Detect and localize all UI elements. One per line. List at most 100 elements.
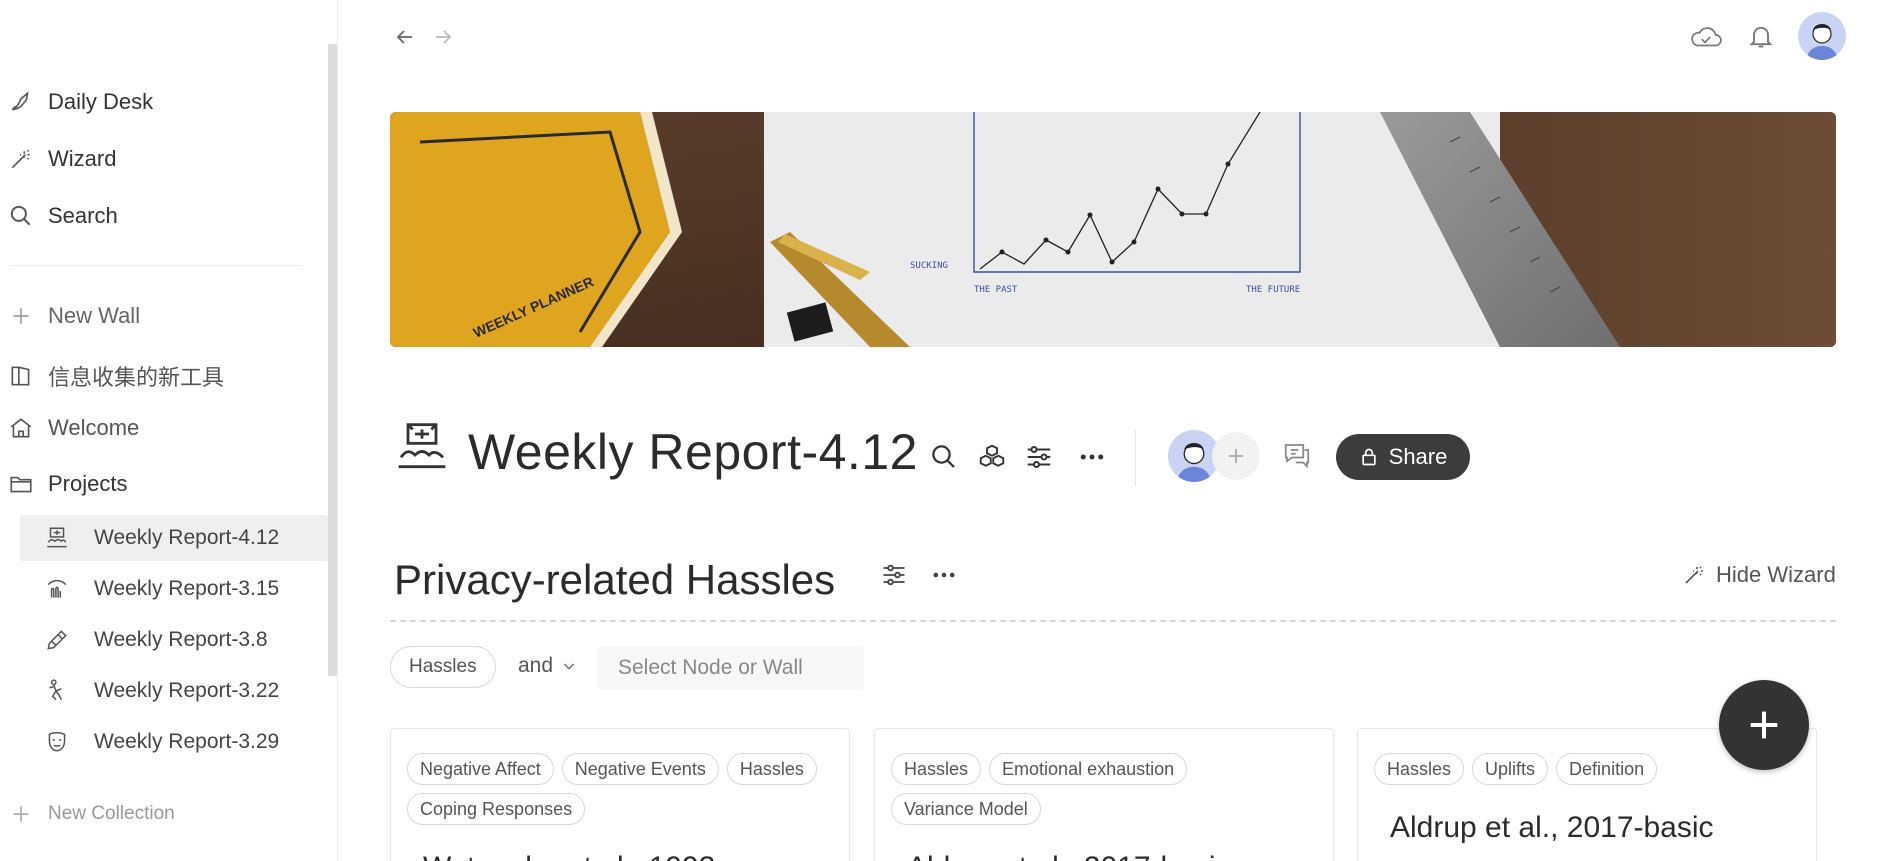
back-button[interactable] <box>390 22 420 52</box>
page-more-button[interactable] <box>1075 440 1109 474</box>
card[interactable]: Hassles Emotional exhaustion Variance Mo… <box>874 728 1334 861</box>
home-icon <box>6 413 36 443</box>
wand-icon <box>1685 566 1703 584</box>
node-wall-placeholder: Select Node or Wall <box>618 656 803 679</box>
tag-chip[interactable]: Variance Model <box>891 793 1041 825</box>
tag-chip[interactable]: Emotional exhaustion <box>989 753 1188 785</box>
plus-icon <box>1229 449 1243 463</box>
folder-icon <box>6 469 36 499</box>
daily-desk-icon <box>6 87 36 117</box>
plus-icon <box>6 301 36 331</box>
card-title: Watanabe et al., 1993 ... <box>423 851 749 861</box>
sidebar-item-welcome[interactable]: Welcome <box>0 410 139 446</box>
sidebar-scrollbar[interactable] <box>328 44 337 676</box>
tag-chip[interactable]: Hassles <box>726 753 817 785</box>
share-label: Share <box>1388 444 1448 469</box>
sidebar-item-wall-1[interactable]: 信息收集的新工具 <box>0 358 224 394</box>
bell-icon <box>1749 26 1773 48</box>
card-tags: Hassles Emotional exhaustion Variance Mo… <box>891 753 1321 825</box>
sidebar-divider <box>10 265 302 266</box>
sidebar-project-weekly-report-4-12[interactable]: Weekly Report-4.12 <box>20 515 328 561</box>
arrow-right-icon <box>436 30 452 44</box>
tag-chip[interactable]: Negative Affect <box>407 753 554 785</box>
sidebar-item-label: Search <box>48 203 118 228</box>
project-label: Weekly Report-4.12 <box>94 526 280 549</box>
climber-icon <box>42 676 72 706</box>
tag-chip[interactable]: Hassles <box>891 753 982 785</box>
sidebar: Daily Desk Wizard Search New Wall 信息收集的新… <box>0 0 338 861</box>
page-settings-button[interactable] <box>1022 440 1056 474</box>
mask-icon <box>42 727 72 757</box>
page-icon-machine[interactable] <box>394 420 450 476</box>
sliders-icon <box>1027 446 1051 468</box>
search-icon <box>6 201 36 231</box>
plus-icon <box>6 799 36 829</box>
forward-button[interactable] <box>428 22 458 52</box>
new-collection-label: New Collection <box>48 803 175 824</box>
wall-title[interactable]: Privacy-related Hassles <box>394 556 835 604</box>
project-label: Weekly Report-3.15 <box>94 577 280 600</box>
search-icon <box>932 445 955 468</box>
filter-operator-select[interactable]: and <box>518 654 577 678</box>
card[interactable]: Negative Affect Negative Events Hassles … <box>390 728 850 861</box>
tag-chip[interactable]: Hassles <box>1374 753 1465 785</box>
plus-icon <box>1750 711 1778 739</box>
hide-wizard-label: Hide Wizard <box>1716 562 1836 587</box>
wall-settings-button[interactable] <box>880 561 910 591</box>
sidebar-project-weekly-report-3-8[interactable]: Weekly Report-3.8 <box>20 617 328 663</box>
sidebar-item-label: Welcome <box>48 415 140 440</box>
add-collaborator-button[interactable] <box>1212 432 1260 480</box>
header-divider <box>1135 430 1136 486</box>
chart-x-past: THE PAST <box>974 285 1018 295</box>
chart-x-future: THE FUTURE <box>1246 285 1300 295</box>
wall-more-button[interactable] <box>930 561 960 591</box>
sliders-icon <box>883 564 905 586</box>
filter-chip-hassles[interactable]: Hassles <box>390 646 496 688</box>
card-title: Aldrup et al., 2017-basic <box>1390 811 1714 844</box>
page-title[interactable]: Weekly Report-4.12 <box>468 423 918 481</box>
notifications-button[interactable] <box>1745 18 1777 54</box>
project-label: Weekly Report-3.8 <box>94 628 268 651</box>
card-title: Aldrup et al., 2017-basic <box>907 851 1231 861</box>
hide-wizard-button[interactable]: Hide Wizard <box>1682 562 1836 588</box>
page-blocks-button[interactable] <box>975 440 1009 474</box>
project-label: Weekly Report-3.29 <box>94 730 280 753</box>
node-wall-select[interactable]: Select Node or Wall <box>598 646 864 690</box>
sidebar-collection-projects[interactable]: Projects <box>0 466 127 502</box>
lock-icon <box>1361 448 1376 466</box>
new-wall-button[interactable]: New Wall <box>0 298 140 334</box>
arrow-left-icon <box>396 30 412 44</box>
sidebar-item-label: Wizard <box>48 146 117 171</box>
more-dots-icon <box>933 572 955 578</box>
more-dots-icon <box>1080 454 1104 460</box>
add-card-fab[interactable] <box>1719 680 1809 770</box>
comments-icon <box>1284 444 1310 469</box>
cover-banner: SUCKING THE PAST THE FUTURE WEEKLY PLANN… <box>390 112 1836 347</box>
sidebar-item-search[interactable]: Search <box>0 198 118 234</box>
wall-divider <box>390 620 1836 622</box>
tag-chip[interactable]: Coping Responses <box>407 793 586 825</box>
book-icon <box>6 361 36 391</box>
sidebar-item-daily-desk[interactable]: Daily Desk <box>0 84 153 120</box>
umbrella-hand-icon <box>42 574 72 604</box>
sidebar-project-weekly-report-3-15[interactable]: Weekly Report-3.15 <box>20 566 328 612</box>
page-search-button[interactable] <box>927 440 961 474</box>
sync-status-button[interactable] <box>1688 20 1724 54</box>
machine-icon <box>42 523 72 553</box>
cloud-check-icon <box>1691 27 1722 47</box>
sidebar-project-weekly-report-3-22[interactable]: Weekly Report-3.22 <box>20 668 328 714</box>
user-avatar[interactable] <box>1798 12 1846 60</box>
tag-chip[interactable]: Negative Events <box>561 753 719 785</box>
sidebar-item-wizard[interactable]: Wizard <box>0 141 116 177</box>
tag-chip[interactable]: Uplifts <box>1472 753 1549 785</box>
pencil-icon <box>42 625 72 655</box>
comments-button[interactable] <box>1280 438 1314 472</box>
new-wall-label: New Wall <box>48 303 141 328</box>
cubes-icon <box>979 444 1005 467</box>
share-button[interactable]: Share <box>1336 434 1470 480</box>
sidebar-project-weekly-report-3-29[interactable]: Weekly Report-3.29 <box>20 719 328 765</box>
machine-icon <box>398 423 446 469</box>
project-label: Weekly Report-3.22 <box>94 679 280 702</box>
new-collection-button[interactable]: New Collection <box>0 796 175 832</box>
tag-chip[interactable]: Definition <box>1556 753 1658 785</box>
